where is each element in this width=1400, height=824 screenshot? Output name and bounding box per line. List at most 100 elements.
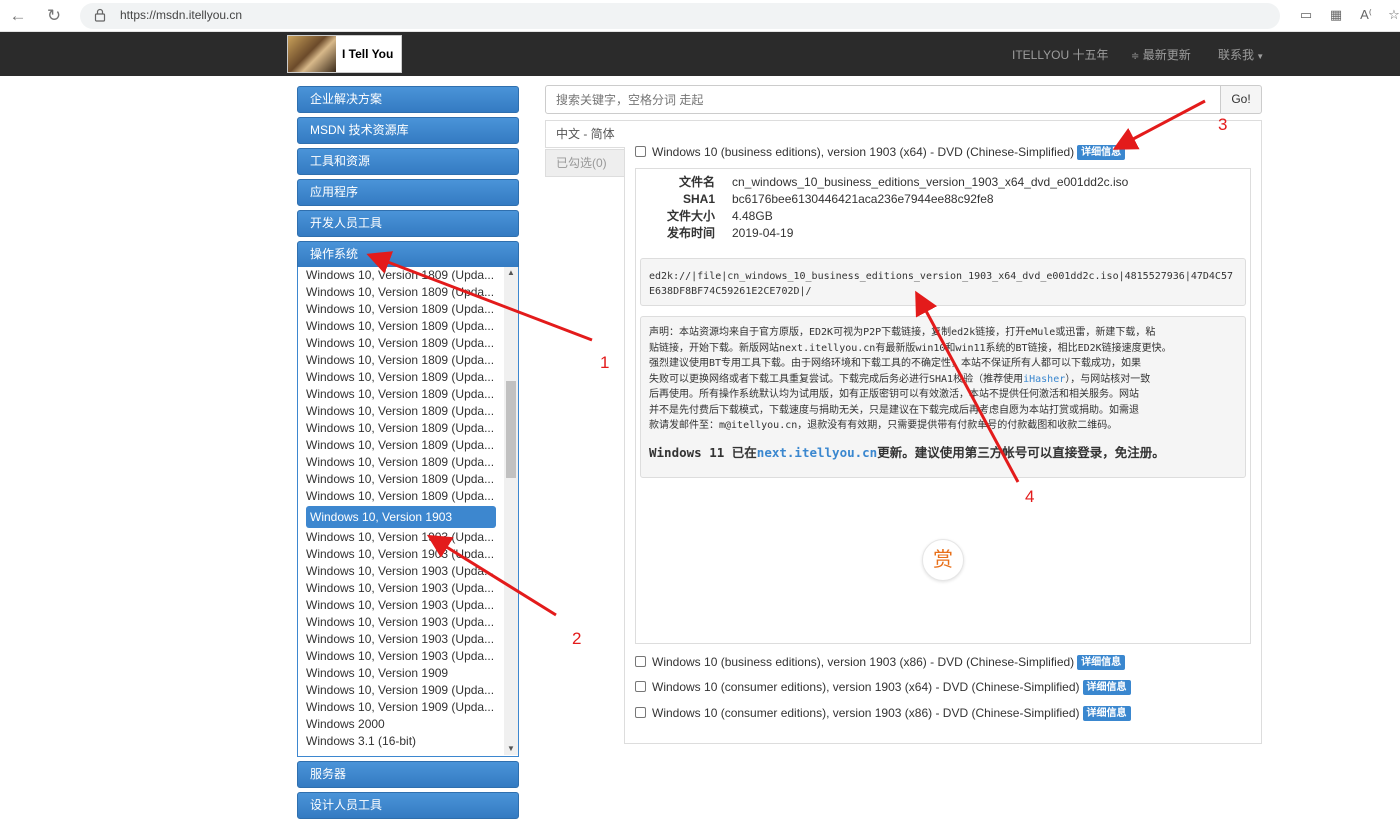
os-list-panel[interactable]: Windows 10, Version 1809 (Upda... Windows… (297, 267, 519, 757)
details-button[interactable]: 详细信息 (1077, 145, 1126, 160)
os-list-item[interactable]: Windows 10, Version 1809 (Upda... (306, 335, 496, 352)
scrollbar-thumb[interactable] (506, 381, 516, 478)
logo-text: I Tell You (342, 47, 394, 61)
address-bar[interactable]: https://msdn.itellyou.cn (80, 3, 1280, 29)
os-list-item[interactable]: Windows 3.1 (16-bit) (306, 733, 496, 750)
tab-chinese-simplified[interactable]: 中文 - 简体 (545, 120, 625, 148)
reader-view-icon[interactable]: ▭ (1298, 7, 1314, 23)
os-list-item[interactable]: Windows 10, Version 1903 (Upda... (306, 597, 496, 614)
item-title[interactable]: Windows 10 (consumer editions), version … (652, 680, 1080, 694)
sidebar-item-devtools[interactable]: 开发人员工具 (297, 210, 519, 237)
list-item: Windows 10 (consumer editions), version … (635, 704, 1131, 722)
nav-link-latest[interactable]: ≑ 最新更新 (1131, 46, 1191, 63)
os-list-item[interactable]: Windows 10, Version 1903 (Upda... (306, 580, 496, 597)
file-size-label: 文件大小 (666, 209, 715, 223)
os-list-item[interactable]: Windows 10, Version 1909 (306, 665, 496, 682)
details-button[interactable]: 详细信息 (1082, 680, 1131, 695)
os-list-item[interactable]: Windows 10, Version 1909 (Upda... (306, 699, 496, 716)
search-go-button[interactable]: Go! (1220, 85, 1262, 114)
url-text[interactable]: https://msdn.itellyou.cn (120, 8, 242, 22)
sidebar-item-tools[interactable]: 工具和资源 (297, 148, 519, 175)
read-aloud-icon[interactable]: A⁽ (1358, 7, 1374, 23)
search-input[interactable] (545, 85, 1221, 114)
nav-link-anniversary[interactable]: ITELLYOU 十五年 (1012, 46, 1108, 63)
scroll-down-icon[interactable]: ▼ (504, 743, 518, 755)
caret-down-icon: ▼ (1254, 52, 1265, 61)
scroll-up-icon[interactable]: ▲ (504, 267, 518, 279)
ed2k-link[interactable]: ed2k://|file|cn_windows_10_business_edit… (640, 258, 1246, 306)
disclaimer-notice: 声明：本站资源均来自于官方原版，ED2K可视为P2P下载链接，复制ed2k链接，… (640, 316, 1246, 478)
os-list-item[interactable]: Windows 10, Version 1903 (Upda... (306, 563, 496, 580)
os-list-item[interactable]: Windows 10, Version 1809 (Upda... (306, 318, 496, 335)
sidebar-item-msdn[interactable]: MSDN 技术资源库 (297, 117, 519, 144)
details-button[interactable]: 详细信息 (1077, 655, 1126, 670)
os-list-scrollbar[interactable]: ▲ ▼ (504, 267, 518, 755)
logo-image (288, 36, 336, 72)
item-checkbox[interactable] (635, 707, 646, 718)
os-list-item[interactable]: Windows 10, Version 1903 (Upda... (306, 648, 496, 665)
reload-icon[interactable]: ↻ (44, 6, 64, 26)
release-date-label: 发布时间 (666, 226, 715, 240)
os-list-item[interactable]: Windows 10, Version 1809 (Upda... (306, 267, 496, 284)
file-size-row: 文件大小 4.48GB (651, 208, 1241, 225)
os-list-item[interactable]: Windows 10, Version 1903 (Upda... (306, 631, 496, 648)
notice-line: 贴链接，开始下载。新版网站next.itellyou.cn有最新版win10和w… (649, 342, 1172, 354)
rss-icon: ≑ (1131, 51, 1140, 62)
annotation-label-3: 3 (1218, 115, 1228, 134)
sidebar-item-designer[interactable]: 设计人员工具 (297, 792, 519, 819)
back-icon[interactable]: ← (8, 6, 28, 26)
release-date-value: 2019-04-19 (732, 226, 794, 240)
os-list-item[interactable]: Windows 10, Version 1809 (Upda... (306, 488, 496, 505)
notice-line: 失败可以更换网络或者下载工具重复尝试。下载完成后务必进行SHA1校验（推荐使用i… (649, 373, 1151, 385)
os-list-item[interactable]: Windows 10, Version 1909 (Upda... (306, 682, 496, 699)
reward-button[interactable]: 赏 (922, 539, 964, 581)
notice-line: 后再使用。所有操作系统默认均为试用版，如有正版密钥可以有效激活，本站不提供任何激… (649, 389, 1139, 400)
os-list-item[interactable]: Windows 10, Version 1809 (Upda... (306, 369, 496, 386)
item-title[interactable]: Windows 10 (consumer editions), version … (652, 706, 1080, 720)
release-date-row: 发布时间 2019-04-19 (651, 225, 1241, 242)
site-logo[interactable]: I Tell You (287, 35, 402, 73)
lock-icon (94, 8, 106, 22)
os-list-item[interactable]: Windows 10, Version 1809 (Upda... (306, 284, 496, 301)
annotation-label-2: 2 (572, 629, 582, 648)
os-list-item[interactable]: Windows 10, Version 1903 (Upda... (306, 614, 496, 631)
notice-line: 并不是先付费后下载模式，下载速度与捐助无关，只是建议在下载完成后再考虑自愿为本站… (649, 404, 1139, 416)
sidebar-item-server[interactable]: 服务器 (297, 761, 519, 788)
os-list-item[interactable]: Windows 10, Version 1809 (Upda... (306, 471, 496, 488)
os-list-item[interactable]: Windows 10, Version 1809 (Upda... (306, 403, 496, 420)
annotation-label-4: 4 (1025, 487, 1035, 506)
item-checkbox[interactable] (635, 146, 646, 157)
os-list-item[interactable]: Windows 10, Version 1809 (Upda... (306, 301, 496, 318)
app-icon[interactable]: ▦ (1328, 7, 1344, 23)
os-list-item-selected[interactable]: Windows 10, Version 1903 (306, 506, 496, 528)
os-list-item[interactable]: Windows 10, Version 1809 (Upda... (306, 454, 496, 471)
details-button[interactable]: 详细信息 (1082, 706, 1131, 721)
sha1-value: bc6176bee6130446421aca236e7944ee88c92fe8 (732, 192, 994, 206)
os-list-item[interactable]: Windows 2000 (306, 716, 496, 733)
item-title[interactable]: Windows 10 (business editions), version … (652, 145, 1074, 159)
favorite-star-icon[interactable]: ☆ (1386, 7, 1400, 23)
sha1-row: SHA1 bc6176bee6130446421aca236e7944ee88c9… (651, 191, 1241, 208)
os-list-item[interactable]: Windows 10, Version 1809 (Upda... (306, 386, 496, 403)
nav-link-contact[interactable]: 联系我 ▼ (1218, 46, 1264, 63)
os-list-item[interactable]: Windows 10, Version 1809 (Upda... (306, 352, 496, 369)
os-list-item[interactable]: Windows 10, Version 1903 (Upda... (306, 529, 496, 546)
os-list-item[interactable]: Windows 10, Version 1809 (Upda... (306, 437, 496, 454)
notice-line: 声明：本站资源均来自于官方原版，ED2K可视为P2P下载链接，复制ed2k链接，… (649, 327, 1156, 338)
sidebar-item-os[interactable]: 操作系统 (297, 241, 519, 268)
item-title[interactable]: Windows 10 (business editions), version … (652, 655, 1074, 669)
item-checkbox[interactable] (635, 656, 646, 667)
item-checkbox[interactable] (635, 681, 646, 692)
ihasher-link[interactable]: iHasher (1023, 374, 1065, 385)
sidebar-item-enterprise[interactable]: 企业解决方案 (297, 86, 519, 113)
file-size-value: 4.48GB (732, 209, 773, 223)
list-item: Windows 10 (business editions), version … (635, 143, 1126, 161)
sha1-label: SHA1 (682, 192, 715, 206)
file-name-value: cn_windows_10_business_editions_version_… (732, 175, 1129, 189)
file-name-label: 文件名 (678, 175, 715, 189)
os-list-item[interactable]: Windows 10, Version 1903 (Upda... (306, 546, 496, 563)
next-site-link[interactable]: next.itellyou.cn (757, 445, 877, 460)
os-list-item[interactable]: Windows 10, Version 1809 (Upda... (306, 420, 496, 437)
tab-selected[interactable]: 已勾选(0) (545, 149, 625, 177)
sidebar-item-apps[interactable]: 应用程序 (297, 179, 519, 206)
